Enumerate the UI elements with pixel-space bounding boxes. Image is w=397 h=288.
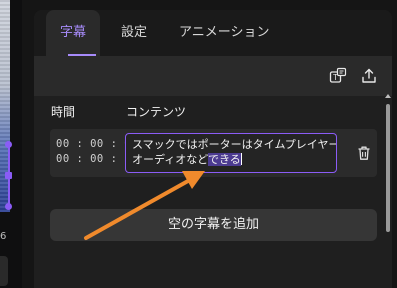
scroll-thumb[interactable] (386, 104, 390, 232)
export-icon[interactable] (360, 67, 378, 85)
tab-animation[interactable]: アニメーション (165, 10, 283, 56)
subtitle-line-2-text: オーディオなど (132, 153, 209, 166)
column-header-content: コンテンツ (126, 105, 187, 119)
resize-handle-top[interactable] (5, 141, 12, 148)
trash-icon[interactable] (357, 145, 371, 161)
resize-handle-bottom[interactable] (5, 203, 12, 210)
subtitle-row[interactable]: 00 : 00 : 06 00 : 00 : 10 スマックではポーターはタイム… (50, 129, 377, 177)
selected-text: できる (208, 153, 241, 166)
resize-handle-middle[interactable] (5, 172, 12, 179)
scroll-up-icon[interactable] (385, 94, 391, 98)
tab-captions[interactable]: 字幕 (46, 10, 101, 56)
captions-panel: 字幕 設定 アニメーション T 時間 コンテンツ 00: 00: 06 00… (34, 10, 392, 288)
subtitle-line-2: オーディオなどできる (132, 152, 330, 167)
captions-list: 時間 コンテンツ 00 : 00 : 06 00 : 00 : 10 スマックで… (34, 96, 392, 288)
column-header-time: 時間 (51, 105, 76, 119)
preview-control[interactable] (0, 256, 8, 286)
tab-captions-label: 字幕 (60, 25, 87, 40)
add-empty-subtitle-button[interactable]: 空の字幕を追加 (50, 209, 377, 241)
panel-scrollbar[interactable] (384, 56, 392, 288)
text-caret (240, 153, 242, 165)
tab-animation-label: アニメーション (179, 25, 270, 40)
video-preview-strip: 6 (0, 0, 22, 288)
tab-settings-label: 設定 (121, 25, 148, 40)
tab-settings[interactable]: 設定 (107, 10, 161, 56)
captions-toolbar: T (34, 56, 392, 96)
preview-timecode: 6 (0, 231, 7, 242)
transcript-icon[interactable]: T (329, 67, 347, 85)
tab-bar: 字幕 設定 アニメーション (34, 10, 392, 56)
subtitle-line-1: スマックではポーターはタイムプレイヤーから (132, 138, 336, 151)
subtitle-text-editor[interactable]: スマックではポーターはタイムプレイヤーから オーディオなどできる (125, 133, 337, 173)
